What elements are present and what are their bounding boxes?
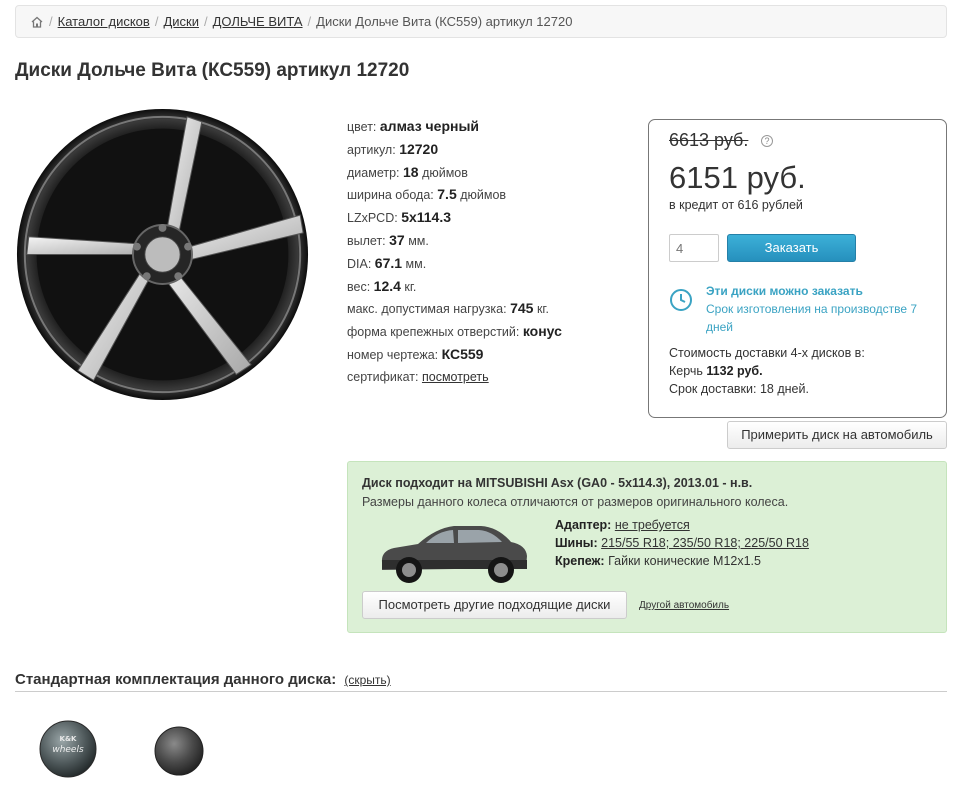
spec-unit: кг. [536, 302, 549, 317]
center-cap-plain-image[interactable] [153, 725, 205, 777]
spec-label: сертификат: [347, 369, 419, 384]
credit-text: в кредит от 616 рублей [669, 198, 803, 212]
compatibility-title: Диск подходит на MITSUBISHI Asx (GA0 - 5… [362, 476, 753, 490]
fastener-row: Крепеж: Гайки конические M12x1.5 [555, 552, 809, 570]
cap-logo-text: K&K [60, 735, 78, 743]
old-price: 6613 руб. [669, 130, 749, 150]
quantity-input[interactable] [669, 234, 719, 262]
help-icon[interactable]: ? [761, 135, 773, 147]
spec-value: 7.5 [437, 186, 457, 203]
spec-unit: мм. [408, 233, 429, 248]
compatibility-box: Диск подходит на MITSUBISHI Asx (GA0 - 5… [347, 461, 947, 633]
certificate-link[interactable]: посмотреть [422, 370, 489, 384]
spec-value: 12.4 [373, 277, 401, 294]
breadcrumb-separator: / [154, 14, 159, 29]
delivery-cost-line: Керчь 1132 руб. [669, 362, 939, 380]
divider [15, 691, 947, 692]
spec-unit: мм. [405, 256, 427, 271]
spec-value: 12720 [399, 140, 439, 157]
wheel-image[interactable] [15, 107, 310, 402]
fastener-value: Гайки конические M12x1.5 [608, 554, 761, 568]
spec-unit: дюймов [460, 188, 507, 203]
spec-label: LZxPCD: [347, 211, 398, 226]
spec-diameter: диаметр: 18 дюймов [347, 161, 647, 184]
delivery-term-line: Срок доставки: 18 дней. [669, 380, 939, 398]
breadcrumb-separator: / [307, 14, 312, 29]
fastener-label: Крепеж: [555, 554, 605, 568]
try-on-car-button[interactable]: Примерить диск на автомобиль [727, 421, 947, 449]
other-disks-button[interactable]: Посмотреть другие подходящие диски [362, 591, 627, 619]
spec-value: 745 [510, 300, 534, 317]
spec-label: ширина обода: [347, 188, 434, 203]
breadcrumb-separator: / [203, 14, 208, 29]
breadcrumb-link-disks[interactable]: Диски [163, 14, 199, 29]
spec-drawing: номер чертежа: КС559 [347, 343, 647, 366]
spec-value: 67.1 [374, 254, 403, 271]
spec-certificate: сертификат: посмотреть [347, 366, 647, 389]
delivery-info: Стоимость доставки 4-х дисков в: Керчь 1… [669, 344, 939, 398]
spec-label: диаметр: [347, 165, 400, 180]
adapter-label: Адаптер: [555, 518, 612, 532]
spec-width: ширина обода: 7.5 дюймов [347, 183, 647, 206]
car-image [381, 526, 527, 583]
spec-label: артикул: [347, 142, 396, 157]
specs-list: цвет: алмаз черный артикул: 12720 диамет… [347, 115, 647, 389]
kit-title-text: Стандартная комплектация данного диска: [15, 671, 337, 688]
spec-label: вес: [347, 279, 371, 294]
spec-color: цвет: алмаз черный [347, 115, 647, 138]
spec-label: цвет: [347, 120, 377, 134]
spec-offset: вылет: 37 мм. [347, 229, 647, 252]
spec-value: 37 [389, 231, 405, 248]
spec-value: 5x114.3 [401, 209, 452, 226]
clock-icon [670, 289, 692, 311]
kit-title: Стандартная комплектация данного диска: … [15, 671, 391, 688]
delivery-cost: 1132 руб. [706, 364, 763, 378]
page-title: Диски Дольче Вита (КС559) артикул 12720 [15, 60, 410, 81]
spec-label: DIA: [347, 256, 372, 271]
spec-value: КС559 [441, 345, 484, 362]
delivery-term: 18 дней. [759, 382, 809, 396]
spec-dia: DIA: 67.1 мм. [347, 252, 647, 275]
cap-logo-text-2: wheels [52, 745, 84, 755]
order-button[interactable]: Заказать [727, 234, 856, 262]
adapter-row: Адаптер: не требуется [555, 516, 809, 534]
spec-holes: форма крепежных отверстий: конус [347, 320, 647, 343]
tires-row: Шины: 215/55 R18; 235/50 R18; 225/50 R18 [555, 534, 809, 552]
price-box: 6613 руб. ? 6151 руб. в кредит от 616 ру… [648, 119, 947, 418]
adapter-link[interactable]: не требуется [615, 518, 690, 532]
tires-label: Шины: [555, 536, 598, 550]
current-price: 6151 руб. [669, 160, 806, 195]
spec-value: алмаз черный [379, 118, 480, 134]
delivery-city: Керчь [669, 364, 703, 378]
delivery-term-label: Срок доставки: [669, 382, 757, 396]
spec-label: номер чертежа: [347, 347, 439, 362]
spec-pcd: LZxPCD: 5x114.3 [347, 206, 647, 229]
breadcrumb-link-brand[interactable]: ДОЛЬЧЕ ВИТА [213, 14, 303, 29]
home-icon[interactable] [30, 15, 44, 29]
spec-weight: вес: 12.4 кг. [347, 275, 647, 298]
spec-unit: кг. [404, 279, 417, 294]
breadcrumb-current: Диски Дольче Вита (КС559) артикул 12720 [316, 14, 573, 29]
other-car-link[interactable]: Другой автомобиль [639, 600, 729, 611]
order-note: Эти диски можно заказать Срок изготовлен… [706, 282, 936, 336]
center-cap-logo-image[interactable]: K&K wheels [38, 719, 98, 779]
spec-label: макс. допустимая нагрузка: [347, 302, 507, 317]
spec-value: 18 [403, 163, 419, 180]
tires-link[interactable]: 215/55 R18; 235/50 R18; 225/50 R18 [601, 536, 809, 550]
breadcrumb-link-catalog[interactable]: Каталог дисков [58, 14, 150, 29]
kit-toggle-link[interactable]: (скрыть) [344, 673, 390, 687]
compatibility-details: Адаптер: не требуется Шины: 215/55 R18; … [555, 516, 809, 570]
order-note-title: Эти диски можно заказать [706, 284, 863, 298]
delivery-line: Стоимость доставки 4-х дисков в: [669, 346, 865, 360]
spec-label: форма крепежных отверстий: [347, 325, 520, 340]
spec-article: артикул: 12720 [347, 138, 647, 161]
compatibility-subtitle: Размеры данного колеса отличаются от раз… [362, 495, 789, 509]
spec-load: макс. допустимая нагрузка: 745 кг. [347, 297, 647, 320]
spec-unit: дюймов [422, 165, 468, 180]
breadcrumb: / Каталог дисков / Диски / ДОЛЬЧЕ ВИТА /… [15, 5, 947, 38]
breadcrumb-separator: / [49, 14, 53, 29]
order-note-text: Срок изготовления на производстве 7 дней [706, 302, 918, 334]
spec-label: вылет: [347, 233, 386, 248]
spec-value: конус [522, 323, 562, 340]
